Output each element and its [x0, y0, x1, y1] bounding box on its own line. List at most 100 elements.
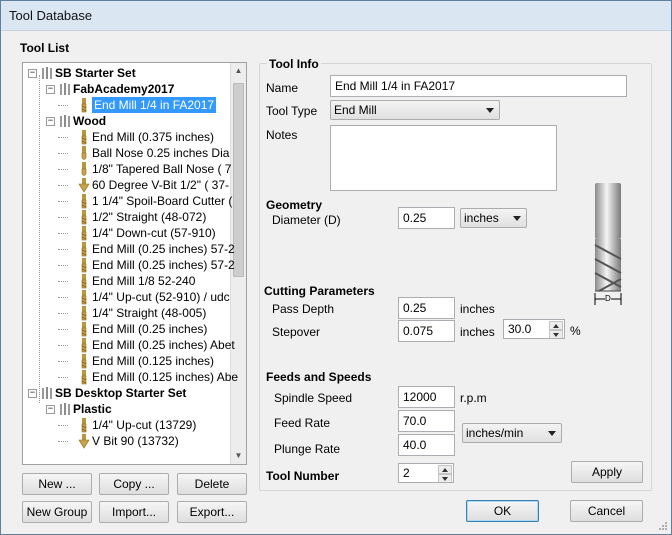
tree-item-label: End Mill 1/4 in FA2017 — [92, 97, 217, 113]
tree-tool-item[interactable]: 1/4" Up-cut (52-910) / udc — [23, 289, 231, 305]
tree-item-label: End Mill (0.375 inches) — [92, 130, 215, 144]
tree-item-label: FabAcademy2017 — [73, 82, 175, 96]
end-mill-icon — [78, 130, 90, 145]
end-mill-diagram-icon — [594, 183, 622, 305]
spin-up-icon[interactable] — [438, 465, 452, 474]
ball-nose-icon — [78, 146, 90, 161]
tree-branch-line — [58, 185, 68, 186]
tree-tool-item[interactable]: End Mill (0.25 inches) Abet — [23, 337, 235, 353]
end-mill-icon — [78, 258, 90, 273]
tree-tool-item[interactable]: End Mill 1/8 52-240 — [23, 273, 231, 289]
end-mill-icon — [78, 226, 90, 241]
rate-units-select[interactable]: inches/min — [462, 423, 562, 443]
notes-textarea[interactable] — [330, 125, 557, 191]
tree-tool-item[interactable]: End Mill (0.25 inches) 57-2 — [23, 241, 235, 257]
tree-tool-item[interactable]: Ball Nose 0.25 inches Dia — [23, 145, 231, 161]
new-group-button[interactable]: New Group — [22, 501, 92, 523]
title-bar[interactable]: Tool Database — [1, 1, 671, 31]
import-button[interactable]: Import... — [99, 501, 169, 523]
stepover-input[interactable]: 0.075 — [398, 320, 455, 342]
diameter-diagram-label: D — [605, 294, 611, 303]
tree-group-item[interactable]: − Plastic — [23, 401, 231, 417]
diameter-input[interactable]: 0.25 — [398, 207, 455, 229]
tree-tool-item[interactable]: End Mill (0.375 inches) — [23, 129, 231, 145]
stepover-spin-buttons[interactable] — [549, 321, 563, 338]
tree-group-item[interactable]: − SB Desktop Starter Set — [23, 385, 231, 401]
tool-group-icon — [41, 66, 53, 81]
tool-group-icon — [59, 82, 71, 97]
collapse-toggle-icon[interactable]: − — [28, 389, 37, 398]
tree-group-item[interactable]: − FabAcademy2017 — [23, 81, 231, 97]
collapse-toggle-icon[interactable]: − — [46, 85, 55, 94]
tree-branch-line — [58, 441, 68, 442]
tree-item-label: Wood — [73, 114, 107, 128]
feed-rate-label: Feed Rate — [274, 416, 331, 430]
tree-tool-item[interactable]: 1/2" Straight (48-072) — [23, 209, 231, 225]
tree-tool-item[interactable]: End Mill (0.25 inches) — [23, 321, 231, 337]
tool-number-spin-buttons[interactable] — [438, 465, 452, 482]
spin-down-icon[interactable] — [438, 474, 452, 482]
tree-item-label: 1/4" Down-cut (57-910) — [92, 226, 216, 240]
tree-item-label: End Mill (0.125 inches) — [92, 354, 215, 368]
ball-nose-icon — [78, 162, 90, 177]
end-mill-icon — [78, 338, 90, 353]
spindle-speed-label: Spindle Speed — [274, 391, 353, 405]
tree-tool-item[interactable]: 1/4" Up-cut (13729) — [23, 417, 231, 433]
scroll-up-arrow-icon[interactable]: ▲ — [231, 63, 246, 79]
tree-tool-item[interactable]: 1/4" Down-cut (57-910) — [23, 225, 231, 241]
tree-tool-item[interactable]: 1/8" Tapered Ball Nose ( 7 — [23, 161, 231, 177]
apply-button[interactable]: Apply — [571, 461, 643, 483]
tool-database-window: Tool Database Tool List ▲ ▼ − SB Starter … — [0, 0, 672, 535]
new-tool-button[interactable]: New ... — [22, 473, 92, 495]
spindle-speed-input[interactable]: 12000 — [398, 386, 455, 408]
tool-number-label: Tool Number — [266, 469, 340, 483]
tool-group-icon — [59, 114, 71, 129]
tree-branch-line — [58, 137, 68, 138]
cancel-button[interactable]: Cancel — [570, 500, 643, 522]
scroll-down-arrow-icon[interactable]: ▼ — [231, 448, 246, 464]
tool-type-label: Tool Type — [266, 104, 318, 118]
tool-tree[interactable]: ▲ ▼ − SB Starter Set − FabAcademy2017 End Mi… — [22, 62, 247, 465]
end-mill-icon — [78, 418, 90, 433]
copy-tool-button[interactable]: Copy ... — [99, 473, 169, 495]
tool-type-select[interactable]: End Mill — [330, 100, 500, 120]
export-button[interactable]: Export... — [177, 501, 247, 523]
notes-label: Notes — [266, 128, 298, 142]
tree-branch-line — [58, 345, 68, 346]
collapse-toggle-icon[interactable]: − — [46, 117, 55, 126]
feed-rate-input[interactable]: 70.0 — [398, 410, 455, 432]
tree-tool-item[interactable]: End Mill 1/4 in FA2017 — [23, 97, 231, 113]
end-mill-icon — [78, 354, 90, 369]
tree-tool-item[interactable]: 1/4" Straight (48-005) — [23, 305, 231, 321]
tree-item-label: 1/2" Straight (48-072) — [92, 210, 207, 224]
tree-tool-item[interactable]: 1 1/4" Spoil-Board Cutter ( — [23, 193, 232, 209]
chevron-down-icon — [548, 431, 556, 436]
geometry-units-select[interactable]: inches — [460, 208, 527, 228]
stepover-percent-spinner[interactable]: 30.0 — [503, 319, 565, 339]
tree-branch-line — [58, 265, 68, 266]
plunge-rate-input[interactable]: 40.0 — [398, 434, 455, 456]
tree-tool-item[interactable]: End Mill (0.125 inches) — [23, 353, 231, 369]
resize-grip-icon[interactable] — [658, 521, 668, 531]
pass-depth-label: Pass Depth — [272, 302, 335, 316]
spin-up-icon[interactable] — [549, 321, 563, 330]
tool-number-spinner[interactable]: 2 — [398, 463, 454, 483]
tool-number-value: 2 — [403, 466, 410, 480]
tree-item-label: 1/4" Up-cut (13729) — [92, 418, 197, 432]
tool-name-input[interactable]: End Mill 1/4 in FA2017 — [330, 75, 627, 97]
ok-button[interactable]: OK — [466, 500, 539, 522]
collapse-toggle-icon[interactable]: − — [46, 405, 55, 414]
spin-down-icon[interactable] — [549, 330, 563, 338]
tree-group-item[interactable]: − Wood — [23, 113, 231, 129]
pass-depth-input[interactable]: 0.25 — [398, 297, 455, 319]
tree-branch-line — [58, 249, 68, 250]
tree-tool-item[interactable]: End Mill (0.25 inches) 57-2 — [23, 257, 235, 273]
delete-tool-button[interactable]: Delete — [177, 473, 247, 495]
tree-branch-line — [58, 217, 68, 218]
tree-group-item[interactable]: − SB Starter Set — [23, 65, 231, 81]
tree-tool-item[interactable]: V Bit 90 (13732) — [23, 433, 231, 449]
tree-item-label: SB Desktop Starter Set — [55, 386, 187, 400]
collapse-toggle-icon[interactable]: − — [28, 69, 37, 78]
tree-tool-item[interactable]: End Mill (0.125 inches) Abe — [23, 369, 238, 385]
tree-tool-item[interactable]: 60 Degree V-Bit 1/2" ( 37- — [23, 177, 231, 193]
